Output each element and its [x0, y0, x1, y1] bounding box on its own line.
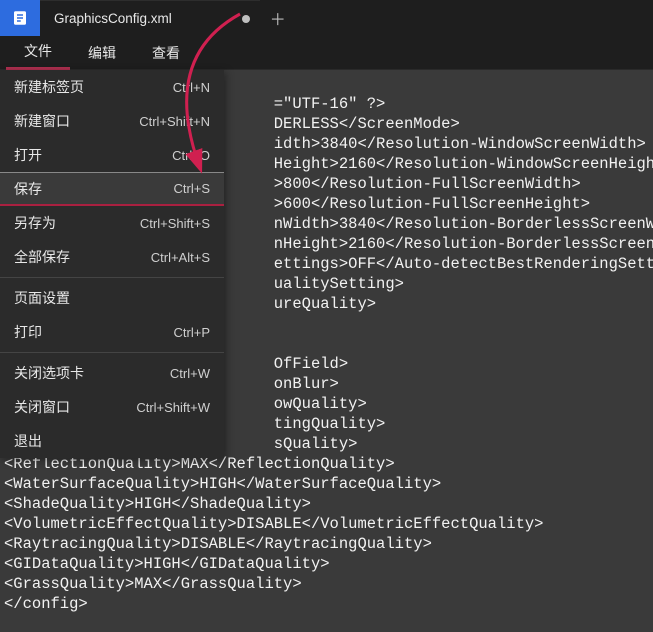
menu-save-all[interactable]: 全部保存 Ctrl+Alt+S	[0, 240, 224, 274]
code-line: <VolumetricEffectQuality>DISABLE</Volume…	[4, 515, 544, 533]
menu-print[interactable]: 打印 Ctrl+P	[0, 315, 224, 349]
menu-shortcut: Ctrl+O	[172, 148, 210, 163]
menu-separator	[0, 277, 224, 278]
menu-bar: 文件 编辑 查看	[0, 36, 653, 70]
code-line: <GIDataQuality>HIGH</GIDataQuality>	[4, 555, 330, 573]
menu-new-window[interactable]: 新建窗口 Ctrl+Shift+N	[0, 104, 224, 138]
tab-dirty-indicator-icon	[242, 15, 250, 23]
new-tab-button[interactable]: ＋	[260, 0, 296, 36]
code-line: <GrassQuality>MAX</GrassQuality>	[4, 575, 302, 593]
menu-label: 全部保存	[14, 247, 70, 267]
tab-graphicsconfig[interactable]: GraphicsConfig.xml	[40, 0, 260, 36]
menu-file[interactable]: 文件	[6, 36, 70, 70]
menu-open[interactable]: 打开 Ctrl+O	[0, 138, 224, 172]
menu-edit[interactable]: 编辑	[70, 36, 134, 70]
menu-close-tab[interactable]: 关闭选项卡 Ctrl+W	[0, 356, 224, 390]
menu-close-window[interactable]: 关闭窗口 Ctrl+Shift+W	[0, 390, 224, 424]
code-line: <RaytracingQuality>DISABLE</RaytracingQu…	[4, 535, 432, 553]
menu-label: 退出	[14, 431, 42, 451]
menu-label: 打开	[14, 145, 42, 165]
code-line: </config>	[4, 595, 88, 613]
menu-exit[interactable]: 退出	[0, 424, 224, 458]
menu-label: 另存为	[14, 213, 56, 233]
menu-page-setup[interactable]: 页面设置	[0, 281, 224, 315]
code-line: <WaterSurfaceQuality>HIGH</WaterSurfaceQ…	[4, 475, 441, 493]
menu-new-tab[interactable]: 新建标签页 Ctrl+N	[0, 70, 224, 104]
menu-shortcut: Ctrl+Alt+S	[151, 250, 210, 265]
notepad-icon	[0, 0, 40, 36]
file-dropdown: 新建标签页 Ctrl+N 新建窗口 Ctrl+Shift+N 打开 Ctrl+O…	[0, 70, 224, 458]
menu-label: 页面设置	[14, 288, 70, 308]
menu-label: 保存	[14, 179, 42, 199]
menu-save-as[interactable]: 另存为 Ctrl+Shift+S	[0, 206, 224, 240]
menu-shortcut: Ctrl+S	[174, 181, 210, 196]
menu-save[interactable]: 保存 Ctrl+S	[0, 172, 224, 206]
menu-separator	[0, 352, 224, 353]
menu-shortcut: Ctrl+Shift+N	[139, 114, 210, 129]
plus-icon: ＋	[270, 6, 286, 30]
menu-shortcut: Ctrl+W	[170, 366, 210, 381]
menu-label: 新建窗口	[14, 111, 70, 131]
menu-shortcut: Ctrl+Shift+W	[136, 400, 210, 415]
menu-label: 新建标签页	[14, 77, 84, 97]
menu-label: 关闭选项卡	[14, 363, 84, 383]
tab-title: GraphicsConfig.xml	[54, 11, 172, 26]
menu-shortcut: Ctrl+P	[174, 325, 210, 340]
title-bar: GraphicsConfig.xml ＋	[0, 0, 653, 36]
menu-label: 关闭窗口	[14, 397, 70, 417]
menu-shortcut: Ctrl+N	[173, 80, 210, 95]
menu-label: 打印	[14, 322, 42, 342]
code-line: <ShadeQuality>HIGH</ShadeQuality>	[4, 495, 311, 513]
menu-view[interactable]: 查看	[134, 36, 198, 70]
menu-shortcut: Ctrl+Shift+S	[140, 216, 210, 231]
